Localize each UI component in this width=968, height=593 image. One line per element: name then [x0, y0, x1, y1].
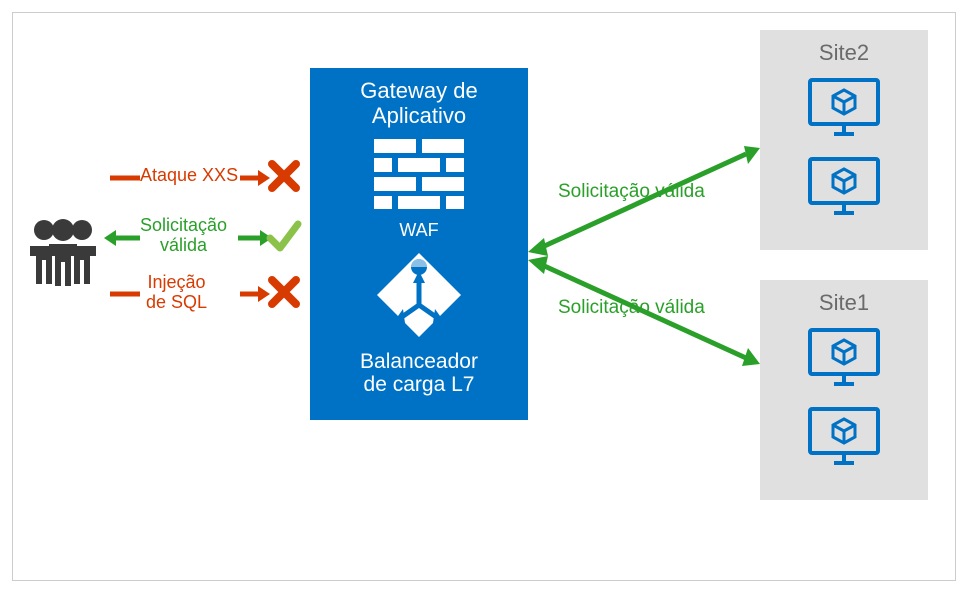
sql-injection-label: Injeção de SQL [146, 273, 207, 313]
users-icon [24, 216, 102, 288]
check-icon [266, 218, 302, 259]
vm-icon [760, 78, 928, 145]
valid-request-label-site2: Solicitação válida [558, 182, 705, 203]
vm-icon [760, 407, 928, 474]
load-balancer-label: Balanceador de carga L7 [310, 350, 528, 396]
gateway-box: Gateway de Aplicativo WAF [310, 68, 528, 420]
gateway-title: Gateway de Aplicativo [310, 78, 528, 129]
waf-label: WAF [310, 220, 528, 241]
site1-box: Site1 [760, 280, 928, 500]
firewall-icon [310, 139, 528, 214]
site2-box: Site2 [760, 30, 928, 250]
vm-icon [760, 157, 928, 224]
site2-title: Site2 [760, 40, 928, 66]
valid-request-label-left: Solicitação válida [140, 216, 227, 256]
valid-request-label-site1: Solicitação válida [558, 298, 705, 319]
xss-attack-label: Ataque XXS [140, 166, 238, 186]
block-icon-xss [268, 160, 300, 197]
vm-icon [760, 328, 928, 395]
site1-title: Site1 [760, 290, 928, 316]
load-balancer-icon [310, 251, 528, 344]
block-icon-sql [268, 276, 300, 313]
